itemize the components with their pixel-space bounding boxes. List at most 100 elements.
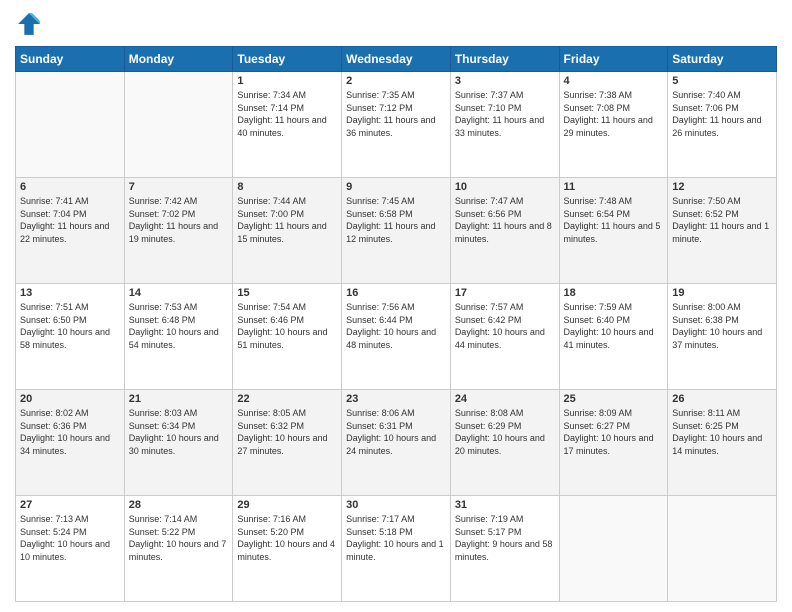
- day-number: 24: [455, 393, 555, 405]
- calendar-cell: [16, 72, 125, 178]
- day-info: Sunrise: 8:06 AMSunset: 6:31 PMDaylight:…: [346, 407, 446, 457]
- calendar-cell: 1 Sunrise: 7:34 AMSunset: 7:14 PMDaylight…: [233, 72, 342, 178]
- day-info: Sunrise: 8:03 AMSunset: 6:34 PMDaylight:…: [129, 407, 229, 457]
- calendar-cell: 23 Sunrise: 8:06 AMSunset: 6:31 PMDayligh…: [342, 390, 451, 496]
- day-number: 3: [455, 75, 555, 87]
- day-info: Sunrise: 7:50 AMSunset: 6:52 PMDaylight:…: [672, 195, 772, 245]
- calendar-week-row: 1 Sunrise: 7:34 AMSunset: 7:14 PMDaylight…: [16, 72, 777, 178]
- calendar-cell: [559, 496, 668, 602]
- day-info: Sunrise: 7:38 AMSunset: 7:08 PMDaylight:…: [564, 89, 664, 139]
- weekday-header: Sunday: [16, 47, 125, 72]
- calendar-cell: 2 Sunrise: 7:35 AMSunset: 7:12 PMDaylight…: [342, 72, 451, 178]
- day-info: Sunrise: 7:37 AMSunset: 7:10 PMDaylight:…: [455, 89, 555, 139]
- calendar-cell: 25 Sunrise: 8:09 AMSunset: 6:27 PMDayligh…: [559, 390, 668, 496]
- day-info: Sunrise: 7:42 AMSunset: 7:02 PMDaylight:…: [129, 195, 229, 245]
- day-number: 19: [672, 287, 772, 299]
- calendar: SundayMondayTuesdayWednesdayThursdayFrid…: [15, 46, 777, 602]
- weekday-header: Wednesday: [342, 47, 451, 72]
- day-number: 28: [129, 499, 229, 511]
- calendar-cell: 29 Sunrise: 7:16 AMSunset: 5:20 PMDayligh…: [233, 496, 342, 602]
- calendar-cell: 22 Sunrise: 8:05 AMSunset: 6:32 PMDayligh…: [233, 390, 342, 496]
- calendar-cell: 18 Sunrise: 7:59 AMSunset: 6:40 PMDayligh…: [559, 284, 668, 390]
- day-number: 4: [564, 75, 664, 87]
- day-info: Sunrise: 7:34 AMSunset: 7:14 PMDaylight:…: [237, 89, 337, 139]
- day-number: 8: [237, 181, 337, 193]
- calendar-cell: 6 Sunrise: 7:41 AMSunset: 7:04 PMDaylight…: [16, 178, 125, 284]
- calendar-cell: 7 Sunrise: 7:42 AMSunset: 7:02 PMDaylight…: [124, 178, 233, 284]
- calendar-cell: 24Sunrise: 8:08 AMSunset: 6:29 PMDayligh…: [450, 390, 559, 496]
- calendar-cell: 10Sunrise: 7:47 AMSunset: 6:56 PMDayligh…: [450, 178, 559, 284]
- day-info: Sunrise: 7:57 AMSunset: 6:42 PMDaylight:…: [455, 301, 555, 351]
- day-info: Sunrise: 8:11 AMSunset: 6:25 PMDaylight:…: [672, 407, 772, 457]
- weekday-header: Thursday: [450, 47, 559, 72]
- logo: [15, 10, 47, 38]
- day-number: 5: [672, 75, 772, 87]
- day-info: Sunrise: 7:40 AMSunset: 7:06 PMDaylight:…: [672, 89, 772, 139]
- weekday-header: Tuesday: [233, 47, 342, 72]
- calendar-cell: 20 Sunrise: 8:02 AMSunset: 6:36 PMDayligh…: [16, 390, 125, 496]
- day-number: 1: [237, 75, 337, 87]
- weekday-header: Friday: [559, 47, 668, 72]
- calendar-cell: 19 Sunrise: 8:00 AMSunset: 6:38 PMDayligh…: [668, 284, 777, 390]
- calendar-cell: 15Sunrise: 7:54 AMSunset: 6:46 PMDayligh…: [233, 284, 342, 390]
- calendar-week-row: 27Sunrise: 7:13 AMSunset: 5:24 PMDayligh…: [16, 496, 777, 602]
- day-number: 14: [129, 287, 229, 299]
- day-info: Sunrise: 7:47 AMSunset: 6:56 PMDaylight:…: [455, 195, 555, 245]
- day-info: Sunrise: 8:05 AMSunset: 6:32 PMDaylight:…: [237, 407, 337, 457]
- calendar-cell: 11 Sunrise: 7:48 AMSunset: 6:54 PMDayligh…: [559, 178, 668, 284]
- day-number: 16: [346, 287, 446, 299]
- calendar-cell: [124, 72, 233, 178]
- calendar-cell: 17 Sunrise: 7:57 AMSunset: 6:42 PMDayligh…: [450, 284, 559, 390]
- day-number: 26: [672, 393, 772, 405]
- calendar-week-row: 13 Sunrise: 7:51 AMSunset: 6:50 PMDayligh…: [16, 284, 777, 390]
- day-number: 21: [129, 393, 229, 405]
- day-number: 12: [672, 181, 772, 193]
- calendar-cell: 16Sunrise: 7:56 AMSunset: 6:44 PMDayligh…: [342, 284, 451, 390]
- day-info: Sunrise: 8:02 AMSunset: 6:36 PMDaylight:…: [20, 407, 120, 457]
- day-number: 30: [346, 499, 446, 511]
- day-info: Sunrise: 7:53 AMSunset: 6:48 PMDaylight:…: [129, 301, 229, 351]
- day-number: 13: [20, 287, 120, 299]
- calendar-cell: 31 Sunrise: 7:19 AMSunset: 5:17 PMDayligh…: [450, 496, 559, 602]
- day-number: 7: [129, 181, 229, 193]
- day-info: Sunrise: 7:41 AMSunset: 7:04 PMDaylight:…: [20, 195, 120, 245]
- day-info: Sunrise: 8:09 AMSunset: 6:27 PMDaylight:…: [564, 407, 664, 457]
- day-info: Sunrise: 7:16 AMSunset: 5:20 PMDaylight:…: [237, 513, 337, 563]
- day-number: 27: [20, 499, 120, 511]
- calendar-cell: 21 Sunrise: 8:03 AMSunset: 6:34 PMDayligh…: [124, 390, 233, 496]
- calendar-cell: 3 Sunrise: 7:37 AMSunset: 7:10 PMDaylight…: [450, 72, 559, 178]
- day-number: 23: [346, 393, 446, 405]
- weekday-header-row: SundayMondayTuesdayWednesdayThursdayFrid…: [16, 47, 777, 72]
- day-info: Sunrise: 7:59 AMSunset: 6:40 PMDaylight:…: [564, 301, 664, 351]
- calendar-cell: [668, 496, 777, 602]
- calendar-cell: 26 Sunrise: 8:11 AMSunset: 6:25 PMDayligh…: [668, 390, 777, 496]
- day-number: 29: [237, 499, 337, 511]
- day-number: 18: [564, 287, 664, 299]
- day-number: 6: [20, 181, 120, 193]
- calendar-cell: 5 Sunrise: 7:40 AMSunset: 7:06 PMDaylight…: [668, 72, 777, 178]
- day-info: Sunrise: 7:44 AMSunset: 7:00 PMDaylight:…: [237, 195, 337, 245]
- calendar-cell: 30 Sunrise: 7:17 AMSunset: 5:18 PMDayligh…: [342, 496, 451, 602]
- calendar-cell: 12 Sunrise: 7:50 AMSunset: 6:52 PMDayligh…: [668, 178, 777, 284]
- day-info: Sunrise: 7:19 AMSunset: 5:17 PMDaylight:…: [455, 513, 555, 563]
- calendar-cell: 9Sunrise: 7:45 AMSunset: 6:58 PMDaylight…: [342, 178, 451, 284]
- calendar-week-row: 6 Sunrise: 7:41 AMSunset: 7:04 PMDaylight…: [16, 178, 777, 284]
- day-number: 11: [564, 181, 664, 193]
- calendar-cell: 28Sunrise: 7:14 AMSunset: 5:22 PMDayligh…: [124, 496, 233, 602]
- calendar-cell: 13 Sunrise: 7:51 AMSunset: 6:50 PMDayligh…: [16, 284, 125, 390]
- day-info: Sunrise: 7:17 AMSunset: 5:18 PMDaylight:…: [346, 513, 446, 563]
- day-info: Sunrise: 7:35 AMSunset: 7:12 PMDaylight:…: [346, 89, 446, 139]
- day-number: 25: [564, 393, 664, 405]
- day-number: 20: [20, 393, 120, 405]
- day-number: 22: [237, 393, 337, 405]
- calendar-cell: 27Sunrise: 7:13 AMSunset: 5:24 PMDayligh…: [16, 496, 125, 602]
- weekday-header: Monday: [124, 47, 233, 72]
- header: [15, 10, 777, 38]
- day-info: Sunrise: 8:00 AMSunset: 6:38 PMDaylight:…: [672, 301, 772, 351]
- weekday-header: Saturday: [668, 47, 777, 72]
- day-info: Sunrise: 7:48 AMSunset: 6:54 PMDaylight:…: [564, 195, 664, 245]
- day-info: Sunrise: 7:51 AMSunset: 6:50 PMDaylight:…: [20, 301, 120, 351]
- day-number: 17: [455, 287, 555, 299]
- day-number: 31: [455, 499, 555, 511]
- day-number: 2: [346, 75, 446, 87]
